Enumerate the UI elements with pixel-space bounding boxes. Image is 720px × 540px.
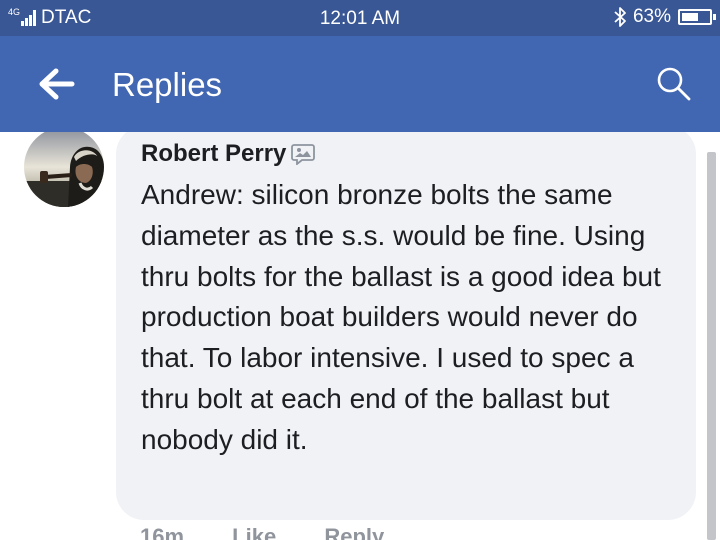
- back-button[interactable]: [36, 64, 76, 104]
- app-bar: Replies: [0, 36, 720, 132]
- battery-icon: [678, 9, 716, 25]
- status-bar: 4G DTAC 12:01 AM 63%: [0, 0, 720, 36]
- bluetooth-icon: [614, 7, 626, 27]
- status-time: 12:01 AM: [319, 8, 401, 29]
- comment-text: Andrew: silicon bronze bolts the same di…: [141, 179, 661, 455]
- reply-button[interactable]: Reply: [324, 524, 384, 540]
- search-icon: [657, 67, 691, 101]
- avatar-photo: [24, 132, 104, 207]
- comment-actions: 16m Like Reply: [140, 524, 426, 540]
- comment-author[interactable]: Robert Perry: [141, 140, 286, 168]
- photo-comment-icon: [291, 144, 316, 165]
- comment-header: Robert Perry: [141, 140, 316, 168]
- like-button[interactable]: Like: [232, 524, 276, 540]
- search-button[interactable]: [656, 66, 692, 102]
- replies-list[interactable]: Robert Perry Andrew: silicon bronze bolt…: [0, 132, 720, 540]
- scrollbar[interactable]: [707, 152, 716, 540]
- page-title: Replies: [112, 66, 223, 103]
- comment-bubble[interactable]: Robert Perry Andrew: silicon bronze bolt…: [116, 132, 696, 520]
- arrow-left-icon: [39, 68, 75, 100]
- avatar[interactable]: [24, 132, 104, 207]
- battery-nub: [713, 14, 716, 20]
- status-right: 63%: [614, 6, 716, 28]
- battery-percent: 63%: [632, 6, 671, 27]
- battery-level: [682, 13, 698, 21]
- comment-timestamp: 16m: [140, 524, 185, 540]
